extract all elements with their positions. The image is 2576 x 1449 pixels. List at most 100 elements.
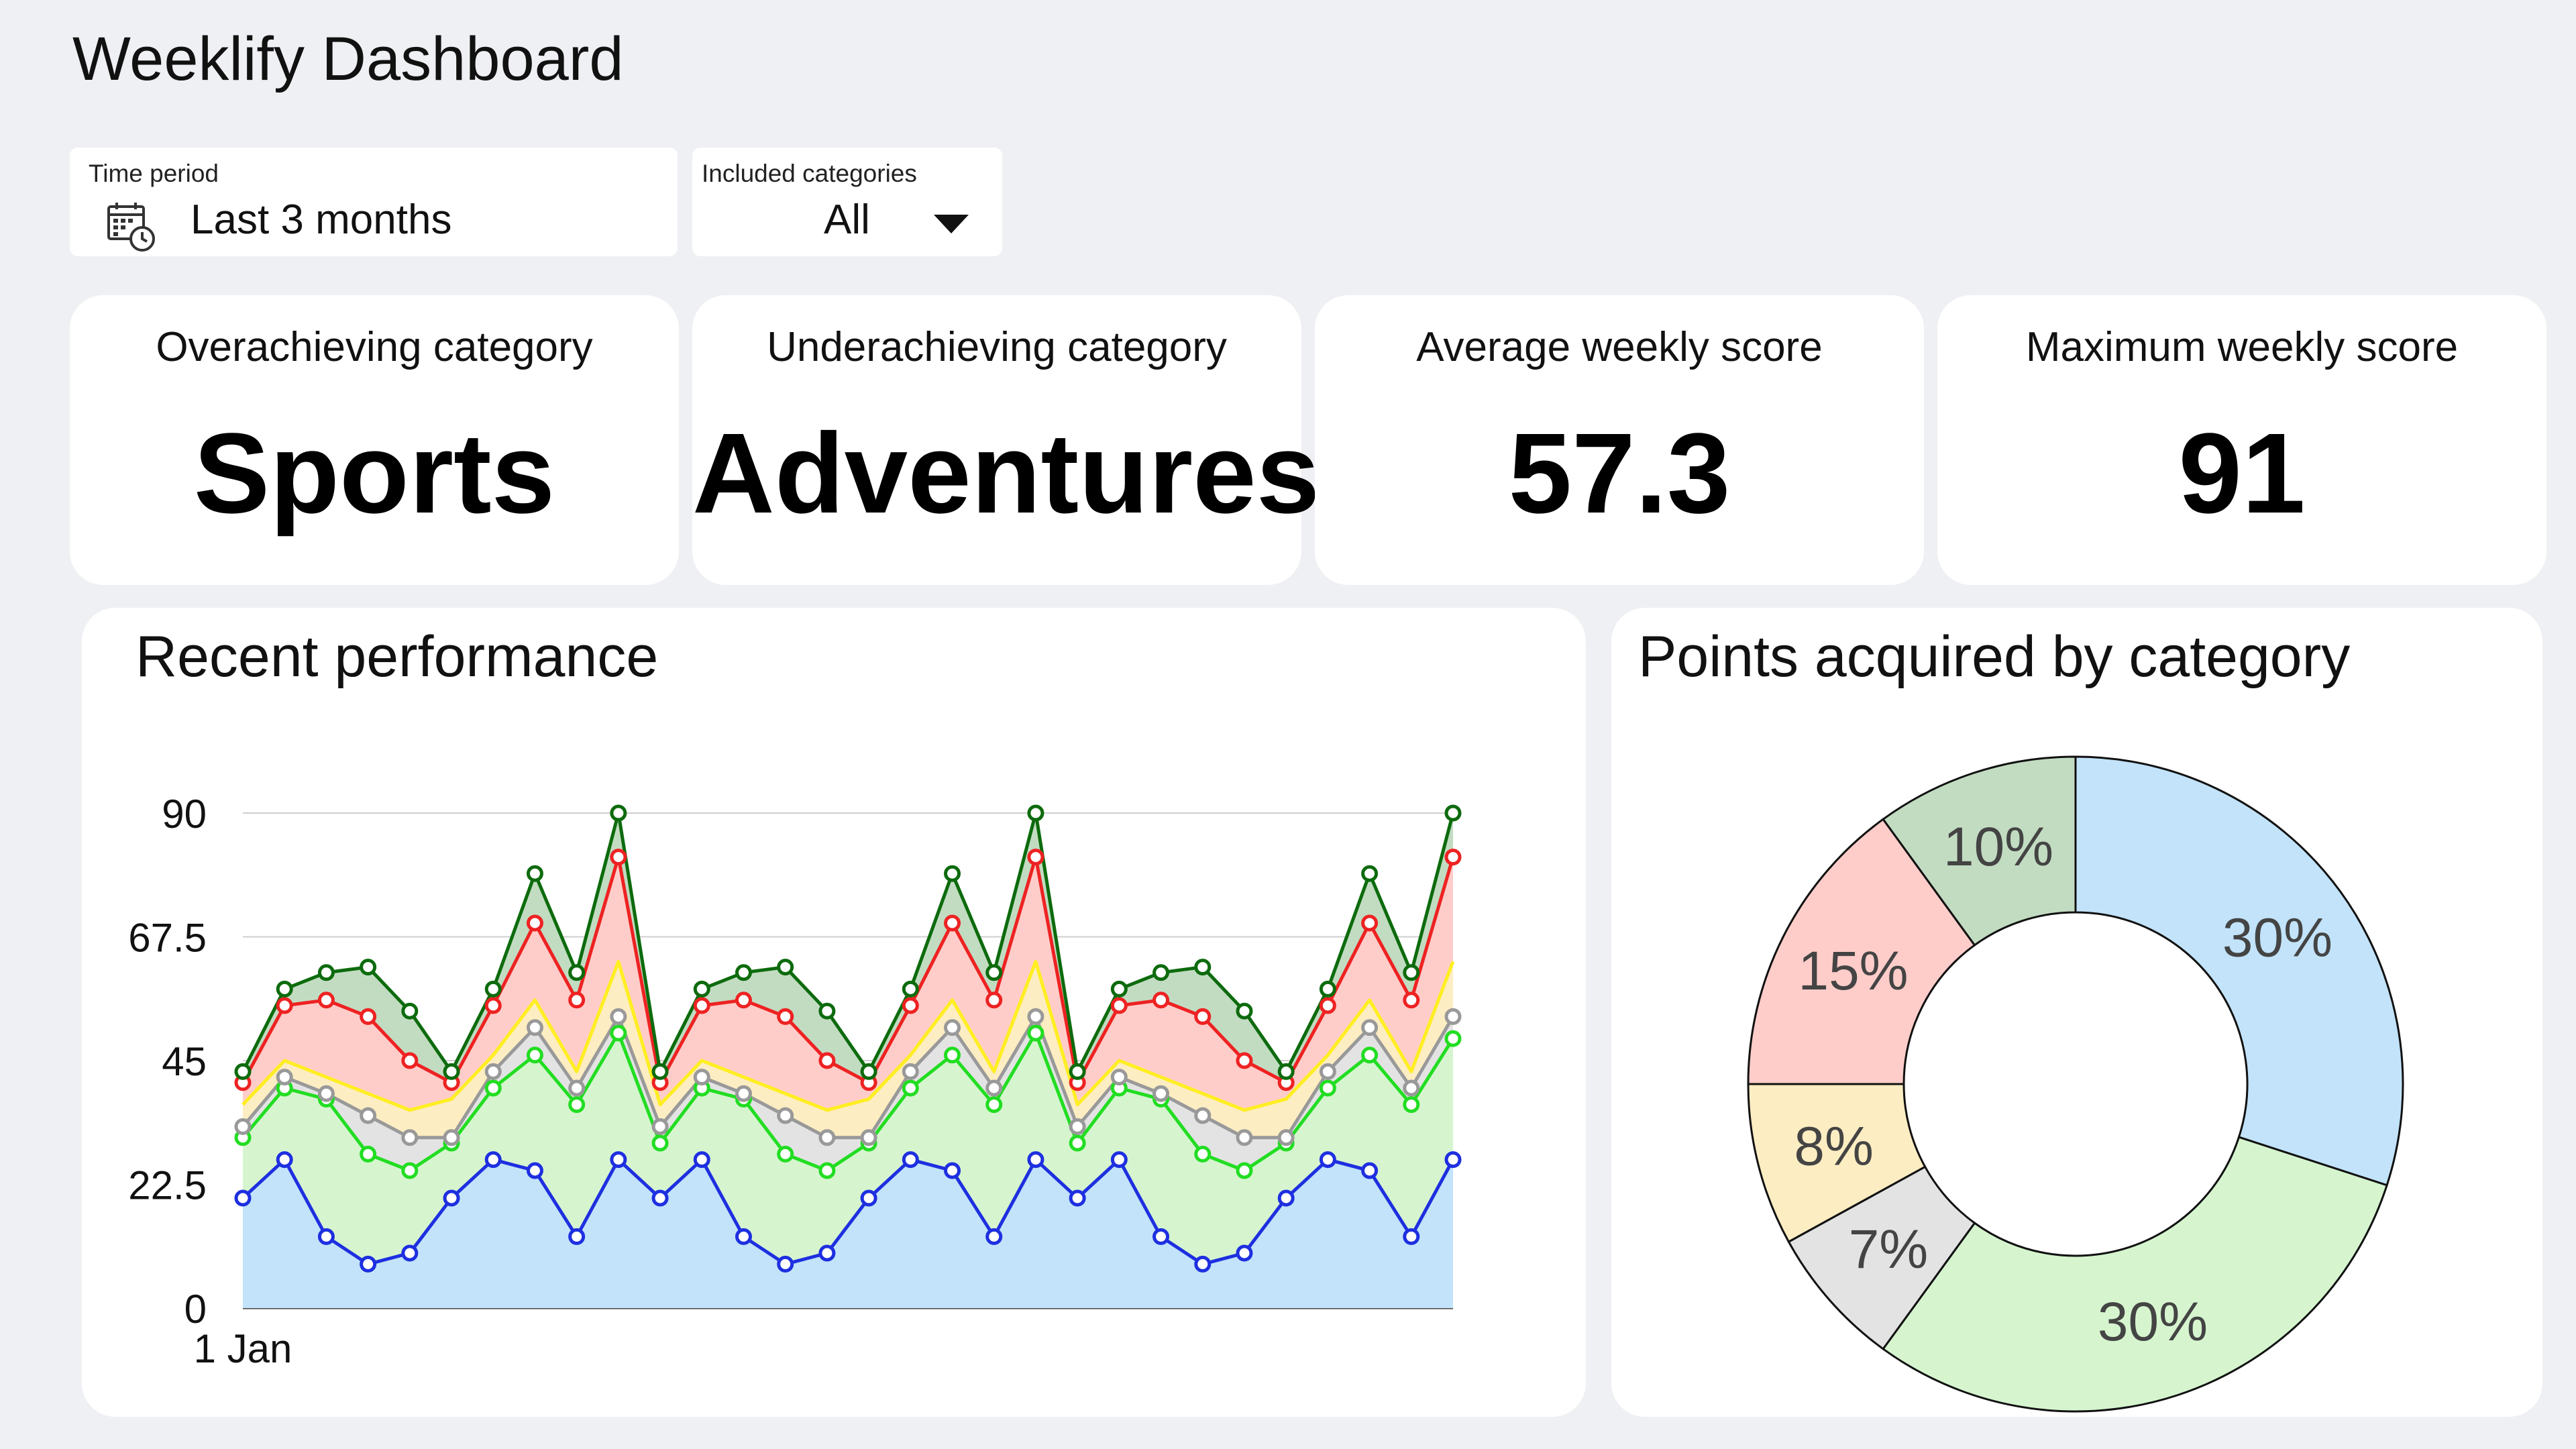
point-blue xyxy=(1027,1151,1044,1169)
point-dgreen xyxy=(1403,964,1420,981)
point-blue xyxy=(985,1228,1003,1245)
point-gray xyxy=(902,1063,919,1080)
point-blue xyxy=(1319,1151,1336,1169)
point-red xyxy=(1444,849,1462,866)
performance-area-chart: 0 22.5 45 67.5 90 1 Jan xyxy=(128,792,1462,1371)
point-lgreen xyxy=(568,1096,586,1114)
chevron-down-icon[interactable] xyxy=(934,215,969,233)
point-lgreen xyxy=(985,1096,1003,1114)
point-lgreen xyxy=(610,1024,627,1042)
point-dgreen xyxy=(1110,980,1128,998)
kpi-value: Adventures xyxy=(692,410,1320,537)
point-dgreen xyxy=(1194,959,1212,976)
point-dgreen xyxy=(818,1002,836,1020)
point-blue xyxy=(1069,1189,1086,1207)
time-period-filter[interactable]: Time period Last 3 months xyxy=(70,148,678,256)
point-blue xyxy=(693,1151,710,1169)
y-tick-label: 45 xyxy=(162,1039,207,1084)
point-gray xyxy=(234,1118,252,1135)
distribution-panel: Points acquired by category 30% 30% 7% 8% 15… xyxy=(1611,608,2542,1417)
point-dgreen xyxy=(1277,1063,1295,1080)
time-period-label: Time period xyxy=(89,160,219,187)
point-gray xyxy=(526,1019,543,1036)
point-dgreen xyxy=(777,959,794,976)
point-blue xyxy=(1361,1162,1379,1179)
point-gray xyxy=(1403,1079,1420,1097)
point-red xyxy=(693,997,710,1014)
point-dgreen xyxy=(1361,865,1379,882)
point-blue xyxy=(902,1151,919,1169)
point-dgreen xyxy=(1152,964,1170,981)
point-gray xyxy=(443,1129,460,1146)
point-red xyxy=(1319,997,1336,1014)
point-lgreen xyxy=(902,1079,919,1097)
point-gray xyxy=(1152,1085,1170,1102)
point-red xyxy=(360,1008,377,1025)
point-blue xyxy=(526,1162,543,1179)
point-red xyxy=(1361,914,1379,932)
point-lgreen xyxy=(651,1134,669,1152)
point-lgreen xyxy=(777,1145,794,1163)
point-red xyxy=(777,1008,794,1025)
point-red xyxy=(735,991,752,1009)
y-tick-label: 22.5 xyxy=(128,1163,207,1208)
kpi-value: Sports xyxy=(193,410,555,537)
point-blue xyxy=(276,1151,293,1169)
point-blue xyxy=(944,1162,961,1179)
point-blue xyxy=(484,1151,502,1169)
point-blue xyxy=(735,1228,752,1245)
point-blue xyxy=(568,1228,586,1245)
point-gray xyxy=(484,1063,502,1080)
point-blue xyxy=(234,1189,252,1207)
line-dgreen xyxy=(241,811,1455,1073)
point-red xyxy=(1236,1052,1253,1069)
point-gray xyxy=(1027,1008,1044,1025)
point-dgreen xyxy=(360,959,377,976)
point-red xyxy=(1194,1008,1212,1025)
point-gray xyxy=(944,1019,961,1036)
point-gray xyxy=(568,1079,586,1097)
point-dgreen xyxy=(443,1063,460,1080)
point-blue xyxy=(317,1228,335,1245)
slice-label: 10% xyxy=(1943,816,2053,877)
point-red xyxy=(610,849,627,866)
point-red xyxy=(1027,849,1044,866)
point-gray xyxy=(818,1129,836,1146)
point-gray xyxy=(1069,1118,1086,1135)
point-dgreen xyxy=(902,980,919,998)
point-red xyxy=(902,997,919,1014)
point-red xyxy=(818,1052,836,1069)
donut-slice-blue xyxy=(2074,755,2404,1187)
point-gray xyxy=(693,1069,710,1086)
point-red xyxy=(1110,997,1128,1014)
point-gray xyxy=(651,1118,669,1135)
categories-dropdown[interactable]: Included categories All xyxy=(692,148,1002,256)
point-red xyxy=(1403,991,1420,1009)
point-red xyxy=(317,991,335,1009)
point-lgreen xyxy=(1444,1030,1462,1047)
kpi-label: Maximum weekly score xyxy=(2025,324,2459,370)
point-dgreen xyxy=(944,865,961,882)
point-gray xyxy=(1444,1008,1462,1025)
point-red xyxy=(1152,991,1170,1009)
point-gray xyxy=(1236,1129,1253,1146)
y-tick-label: 0 xyxy=(184,1287,207,1332)
page-title: Weeklify Dashboard xyxy=(72,25,624,93)
point-dgreen xyxy=(1069,1063,1086,1080)
point-lgreen xyxy=(1403,1096,1420,1114)
point-lgreen xyxy=(1027,1024,1044,1042)
point-dgreen xyxy=(1236,1002,1253,1020)
y-tick-label: 67.5 xyxy=(128,916,207,961)
point-dgreen xyxy=(568,964,586,981)
calendar-clock-icon xyxy=(107,203,155,252)
point-blue xyxy=(1152,1228,1170,1245)
time-period-value: Last 3 months xyxy=(191,197,452,243)
point-dgreen xyxy=(735,964,752,981)
point-gray xyxy=(610,1008,627,1025)
kpi-label: Underachieving category xyxy=(767,324,1227,370)
point-dgreen xyxy=(1444,804,1462,822)
point-red xyxy=(944,914,961,932)
slice-label: 8% xyxy=(1794,1116,1874,1177)
point-lgreen xyxy=(944,1046,961,1064)
point-lgreen xyxy=(484,1079,502,1097)
